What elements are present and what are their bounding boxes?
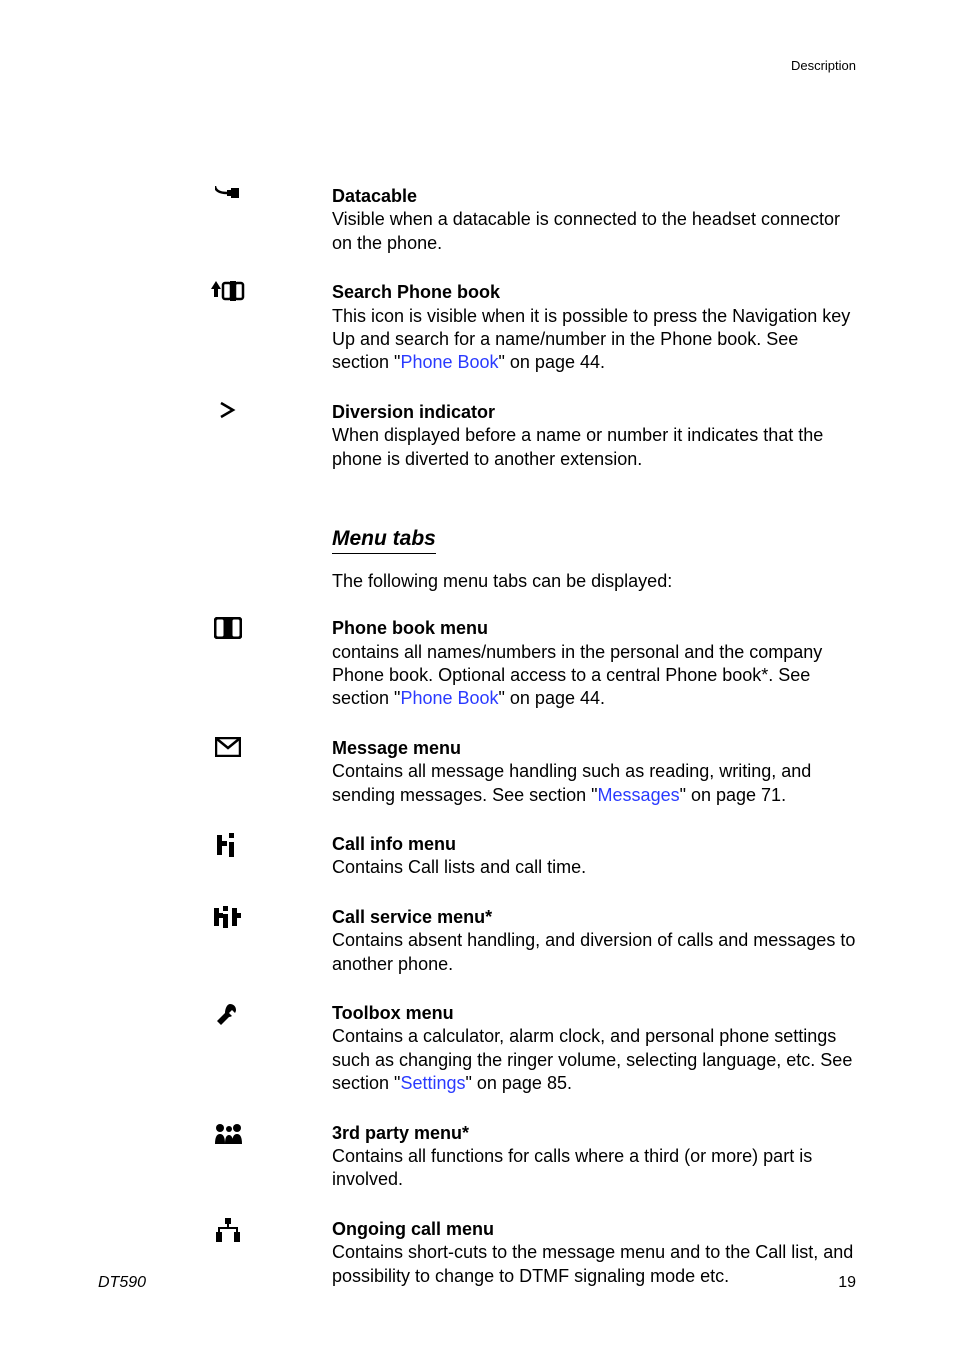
item-title: Phone book menu: [332, 617, 860, 640]
item-toolbox-menu: Toolbox menu Contains a calculator, alar…: [260, 1002, 860, 1096]
menu-tabs-preamble: The following menu tabs can be displayed…: [332, 570, 860, 593]
footer-page-number: 19: [838, 1274, 856, 1292]
text-after: " on page 44.: [499, 352, 605, 372]
footer-model: DT590: [98, 1274, 146, 1292]
item-title: Diversion indicator: [332, 401, 860, 424]
item-text: contains all names/numbers in the person…: [332, 641, 860, 711]
text-after: " on page 71.: [680, 785, 786, 805]
item-search-phonebook: Search Phone book This icon is visible w…: [260, 281, 860, 375]
toolbox-menu-icon: [208, 1002, 248, 1030]
link-messages[interactable]: Messages: [598, 785, 680, 805]
call-info-menu-icon: [208, 833, 248, 861]
item-text: Contains short-cuts to the message menu …: [332, 1241, 860, 1288]
ongoing-call-menu-icon: [208, 1218, 248, 1246]
text-after: " on page 44.: [499, 688, 605, 708]
item-title: Toolbox menu: [332, 1002, 860, 1025]
third-party-menu-icon: [208, 1122, 248, 1150]
item-phonebook-menu: Phone book menu contains all names/numbe…: [260, 617, 860, 711]
item-text: Contains a calculator, alarm clock, and …: [332, 1025, 860, 1095]
item-text: This icon is visible when it is possible…: [332, 305, 860, 375]
item-title: Message menu: [332, 737, 860, 760]
link-settings[interactable]: Settings: [400, 1073, 465, 1093]
call-service-menu-icon: [208, 906, 248, 934]
item-title: Call info menu: [332, 833, 860, 856]
item-diversion: Diversion indicator When displayed befor…: [260, 401, 860, 471]
header-section-label: Description: [791, 58, 856, 73]
content-area: Datacable Visible when a datacable is co…: [260, 185, 860, 1314]
item-text: When displayed before a name or number i…: [332, 424, 860, 471]
item-text: Contains absent handling, and diversion …: [332, 929, 860, 976]
diversion-indicator-icon: [208, 401, 248, 429]
item-call-service-menu: Call service menu* Contains absent handl…: [260, 906, 860, 976]
item-text: Contains all functions for calls where a…: [332, 1145, 860, 1192]
text-after: " on page 85.: [465, 1073, 571, 1093]
phonebook-menu-icon: [208, 617, 248, 645]
item-text: Contains Call lists and call time.: [332, 856, 860, 879]
message-menu-icon: [208, 737, 248, 765]
link-phone-book[interactable]: Phone Book: [400, 352, 498, 372]
item-ongoing-call-menu: Ongoing call menu Contains short-cuts to…: [260, 1218, 860, 1288]
search-phonebook-icon: [208, 281, 248, 309]
item-title: Call service menu*: [332, 906, 860, 929]
item-message-menu: Message menu Contains all message handli…: [260, 737, 860, 807]
item-title: Datacable: [332, 185, 860, 208]
item-text: Visible when a datacable is connected to…: [332, 208, 860, 255]
item-title: Ongoing call menu: [332, 1218, 860, 1241]
link-phone-book[interactable]: Phone Book: [400, 688, 498, 708]
item-call-info-menu: Call info menu Contains Call lists and c…: [260, 833, 860, 880]
item-title: 3rd party menu*: [332, 1122, 860, 1145]
item-datacable: Datacable Visible when a datacable is co…: [260, 185, 860, 255]
menu-tabs-heading: Menu tabs: [332, 527, 436, 554]
item-third-party-menu: 3rd party menu* Contains all functions f…: [260, 1122, 860, 1192]
item-text: Contains all message handling such as re…: [332, 760, 860, 807]
item-title: Search Phone book: [332, 281, 860, 304]
datacable-icon: [208, 185, 248, 213]
